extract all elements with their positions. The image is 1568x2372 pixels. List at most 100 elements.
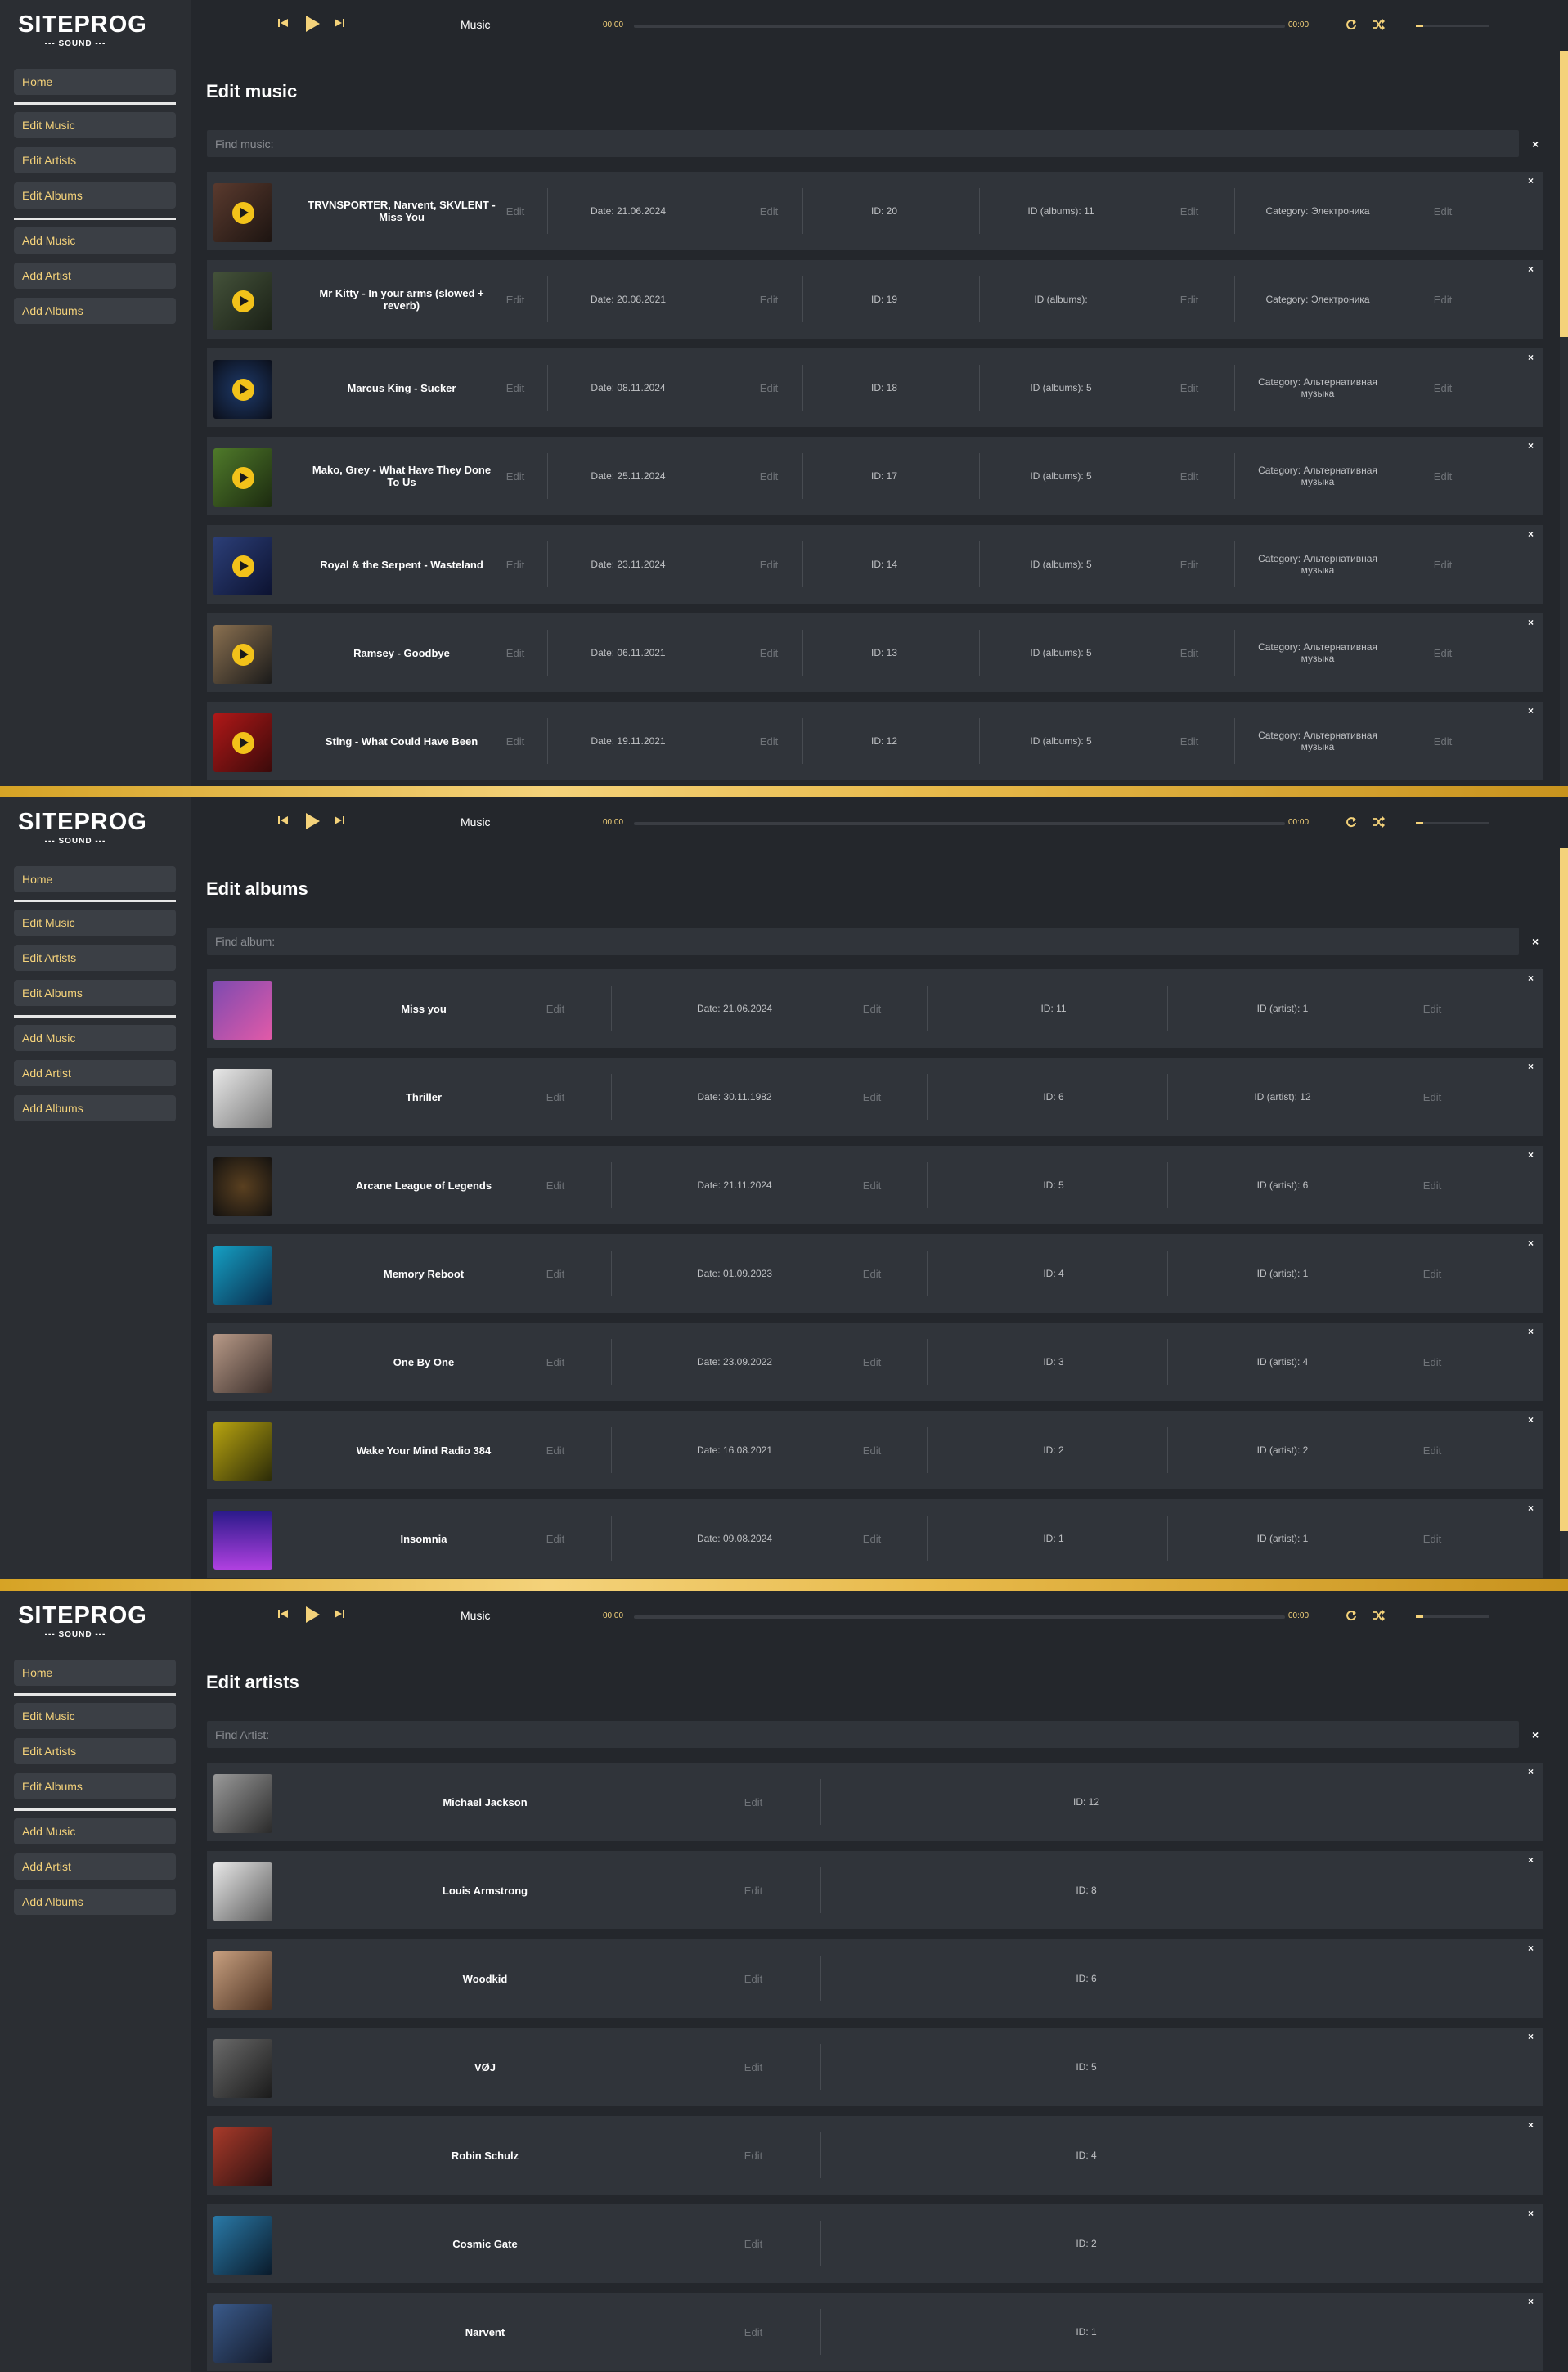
edit-artist-button[interactable]: Edit [1413,1234,1451,1313]
edit-name-button[interactable]: Edit [537,1146,574,1224]
edit-category-button[interactable]: Edit [1424,260,1462,339]
logo[interactable]: SITEPROG --- SOUND --- [18,13,146,49]
edit-date-button[interactable]: Edit [750,348,788,427]
edit-album-button[interactable]: Edit [1170,348,1208,427]
delete-icon[interactable]: × [1528,1503,1534,1514]
clear-search-icon[interactable]: × [1532,935,1539,948]
edit-name-button[interactable]: Edit [735,2116,772,2195]
skip-forward-icon[interactable] [334,1608,345,1620]
progress-bar[interactable] [634,1615,1285,1619]
edit-name-button[interactable]: Edit [735,2028,772,2106]
edit-artist-button[interactable]: Edit [1413,1323,1451,1401]
edit-name-button[interactable]: Edit [537,1323,574,1401]
edit-category-button[interactable]: Edit [1424,525,1462,604]
edit-name-button[interactable]: Edit [496,437,534,515]
edit-category-button[interactable]: Edit [1424,348,1462,427]
play-icon[interactable] [304,812,321,830]
edit-artist-button[interactable]: Edit [1413,1146,1451,1224]
scroll-thumb[interactable] [1560,51,1568,337]
nav-home[interactable]: Home [14,69,176,95]
play-circle-icon[interactable] [232,555,254,577]
clear-search-icon[interactable]: × [1532,1728,1539,1741]
delete-icon[interactable]: × [1528,617,1534,628]
delete-icon[interactable]: × [1528,1238,1534,1249]
edit-name-button[interactable]: Edit [735,2293,772,2371]
search-input[interactable] [207,1721,1519,1748]
edit-album-button[interactable]: Edit [1170,260,1208,339]
edit-date-button[interactable]: Edit [750,260,788,339]
edit-artist-button[interactable]: Edit [1413,1499,1451,1578]
nav-home[interactable]: Home [14,866,176,892]
delete-icon[interactable]: × [1528,1943,1534,1954]
play-circle-icon[interactable] [232,290,254,312]
nav-add-artist[interactable]: Add Artist [14,1060,176,1086]
edit-date-button[interactable]: Edit [853,1058,891,1136]
edit-date-button[interactable]: Edit [750,613,788,692]
play-icon[interactable] [304,15,321,33]
edit-category-button[interactable]: Edit [1424,437,1462,515]
nav-add-artist[interactable]: Add Artist [14,1853,176,1880]
skip-forward-icon[interactable] [334,17,345,29]
nav-edit-artists[interactable]: Edit Artists [14,147,176,173]
nav-add-albums[interactable]: Add Albums [14,1095,176,1121]
edit-date-button[interactable]: Edit [853,1411,891,1489]
progress-bar[interactable] [634,822,1285,825]
search-input[interactable] [207,928,1519,955]
edit-name-button[interactable]: Edit [496,260,534,339]
edit-album-button[interactable]: Edit [1170,437,1208,515]
play-circle-icon[interactable] [232,379,254,401]
edit-album-button[interactable]: Edit [1170,702,1208,780]
skip-forward-icon[interactable] [334,815,345,826]
play-circle-icon[interactable] [232,467,254,489]
edit-name-button[interactable]: Edit [496,348,534,427]
nav-edit-artists[interactable]: Edit Artists [14,945,176,971]
delete-icon[interactable]: × [1528,2296,1534,2307]
edit-name-button[interactable]: Edit [496,525,534,604]
clear-search-icon[interactable]: × [1532,137,1539,150]
delete-icon[interactable]: × [1528,2031,1534,2042]
delete-icon[interactable]: × [1528,1414,1534,1426]
edit-date-button[interactable]: Edit [853,1146,891,1224]
repeat-icon[interactable] [1346,19,1357,30]
edit-category-button[interactable]: Edit [1424,172,1462,250]
nav-add-music[interactable]: Add Music [14,227,176,254]
edit-date-button[interactable]: Edit [853,969,891,1048]
edit-date-button[interactable]: Edit [750,172,788,250]
edit-name-button[interactable]: Edit [496,172,534,250]
nav-edit-albums[interactable]: Edit Albums [14,182,176,209]
skip-back-icon[interactable] [277,815,289,826]
delete-icon[interactable]: × [1528,352,1534,363]
skip-back-icon[interactable] [277,17,289,29]
skip-back-icon[interactable] [277,1608,289,1620]
edit-artist-button[interactable]: Edit [1413,969,1451,1048]
delete-icon[interactable]: × [1528,705,1534,717]
edit-name-button[interactable]: Edit [496,702,534,780]
nav-edit-music[interactable]: Edit Music [14,1703,176,1729]
play-circle-icon[interactable] [232,732,254,754]
delete-icon[interactable]: × [1528,1326,1534,1337]
edit-album-button[interactable]: Edit [1170,172,1208,250]
delete-icon[interactable]: × [1528,2208,1534,2219]
edit-date-button[interactable]: Edit [750,437,788,515]
logo[interactable]: SITEPROG --- SOUND --- [18,811,146,847]
nav-edit-music[interactable]: Edit Music [14,112,176,138]
delete-icon[interactable]: × [1528,1766,1534,1777]
delete-icon[interactable]: × [1528,1149,1534,1161]
shuffle-icon[interactable] [1373,1610,1385,1621]
scrollbar[interactable] [1560,51,1568,786]
delete-icon[interactable]: × [1528,175,1534,186]
nav-edit-artists[interactable]: Edit Artists [14,1738,176,1764]
edit-name-button[interactable]: Edit [537,969,574,1048]
progress-bar[interactable] [634,25,1285,28]
edit-name-button[interactable]: Edit [735,2204,772,2283]
play-circle-icon[interactable] [232,202,254,224]
logo[interactable]: SITEPROG --- SOUND --- [18,1604,146,1640]
edit-name-button[interactable]: Edit [537,1411,574,1489]
edit-name-button[interactable]: Edit [735,1851,772,1929]
volume-slider[interactable] [1416,1615,1489,1618]
repeat-icon[interactable] [1346,1610,1357,1621]
edit-name-button[interactable]: Edit [735,1939,772,2018]
nav-edit-albums[interactable]: Edit Albums [14,1773,176,1799]
search-input[interactable] [207,130,1519,157]
scroll-thumb[interactable] [1560,848,1568,1531]
